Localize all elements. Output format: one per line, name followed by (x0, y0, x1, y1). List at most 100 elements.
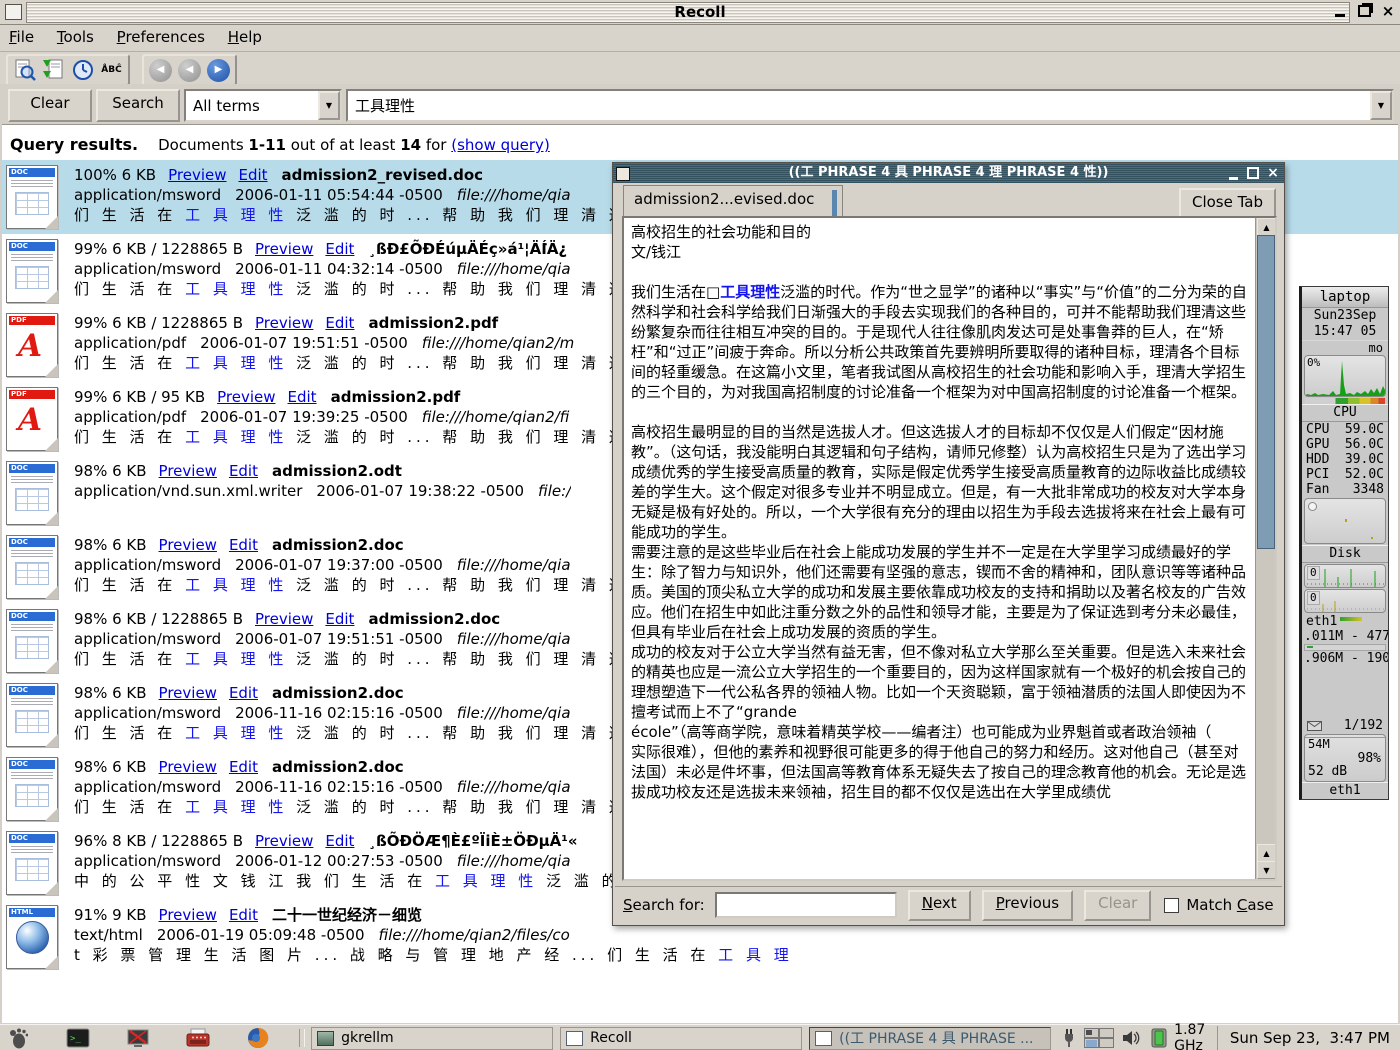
workspace-pager-icon[interactable] (1084, 1028, 1114, 1048)
preview-minimize-button[interactable] (1226, 165, 1240, 181)
clear-button[interactable]: Clear (8, 89, 92, 122)
preview-link[interactable]: Preview (159, 462, 217, 480)
result-relevance-size: 98% 6 KB (74, 462, 147, 480)
menu-preferences[interactable]: Preferences (108, 26, 214, 48)
gnome-foot-icon[interactable] (6, 1027, 30, 1049)
result-url: file:///home/qia (457, 778, 571, 796)
sensor-reading: HDD39.0C (1302, 452, 1388, 467)
preview-link[interactable]: Preview (255, 240, 313, 258)
menu-help[interactable]: Help (219, 26, 271, 48)
show-query-link[interactable]: (show query) (451, 136, 550, 154)
preview-window-menu-button[interactable] (616, 167, 630, 181)
edit-link[interactable]: Edit (325, 832, 354, 850)
result-date: 2006-01-19 05:09:48 -0500 (157, 926, 365, 944)
result-relevance-size: 98% 6 KB (74, 684, 147, 702)
scroll-up-icon[interactable]: ▲ (1257, 844, 1276, 862)
edit-link[interactable]: Edit (325, 314, 354, 332)
taskbar-window-button[interactable]: gkrellm (311, 1027, 553, 1050)
lock-screen-icon[interactable] (126, 1027, 150, 1049)
search-input[interactable]: 工具理性 ▼ (346, 89, 1394, 122)
terminal-icon[interactable]: >_ (66, 1027, 90, 1049)
preview-link[interactable]: Preview (159, 758, 217, 776)
preview-close-button[interactable]: × (1266, 165, 1280, 181)
close-button[interactable]: × (1380, 3, 1396, 19)
nav-forward-icon[interactable]: ▶ (205, 58, 232, 83)
chevron-down-icon[interactable]: ▼ (318, 91, 340, 120)
find-input[interactable] (715, 892, 897, 918)
find-previous-button[interactable]: Previous (982, 890, 1073, 921)
html-file-icon: HTML (6, 905, 58, 969)
close-tab-button[interactable]: Close Tab (1179, 188, 1276, 219)
sensor-reading: GPU56.0C (1302, 437, 1388, 452)
preview-link[interactable]: Preview (217, 388, 275, 406)
edit-link[interactable]: Edit (229, 758, 258, 776)
snippet-highlight: 工 具 理 性 (185, 280, 287, 298)
chevron-down-icon[interactable]: ▼ (1370, 91, 1392, 120)
edit-link[interactable]: Edit (229, 906, 258, 924)
edit-link[interactable]: Edit (325, 240, 354, 258)
result-title: ¸ßÕÐÖÆ¶È£ºÏiÈ±ÖÐµÄ¹« (368, 832, 577, 850)
edit-link[interactable]: Edit (288, 388, 317, 406)
minimize-button[interactable] (1332, 3, 1348, 19)
edit-link[interactable]: Edit (325, 610, 354, 628)
edit-link[interactable]: Edit (229, 536, 258, 554)
cpu-frequency-value[interactable]: 1.87 GHz (1174, 1022, 1207, 1050)
preview-paragraph (631, 262, 1249, 282)
scroll-up-icon[interactable]: ▲ (1257, 218, 1276, 236)
mail-row[interactable]: 1/192 (1302, 718, 1388, 734)
preview-paragraph: 高校招生的社会功能和目的 (631, 222, 1249, 242)
menu-file[interactable]: File (0, 26, 43, 48)
nav-back-icon[interactable]: ◀ (176, 58, 203, 83)
preview-link[interactable]: Preview (159, 536, 217, 554)
doc-file-icon: DOC (6, 535, 58, 599)
result-relevance-size: 100% 6 KB (74, 166, 156, 184)
typewriter-icon[interactable] (186, 1027, 210, 1049)
gkrellm-hostname[interactable]: laptop (1302, 287, 1388, 308)
spellcheck-icon[interactable]: ÅBĈ (98, 58, 125, 83)
main-titlebar: Recoll × (0, 0, 1400, 25)
edit-link[interactable]: Edit (229, 462, 258, 480)
preview-link[interactable]: Preview (159, 906, 217, 924)
search-mode-select[interactable]: All terms ▼ (184, 89, 342, 122)
preview-link[interactable]: Preview (159, 684, 217, 702)
history-clock-icon[interactable] (69, 58, 96, 83)
sort-document-icon[interactable] (40, 58, 67, 83)
cpu-usage-chart: 0% (1304, 355, 1386, 397)
taskbar-clock[interactable]: Sun Sep 23, 3:47 PM (1217, 1026, 1400, 1050)
cpu-frequency-icon[interactable] (1150, 1028, 1168, 1048)
power-plug-icon[interactable] (1062, 1028, 1076, 1048)
maximize-button[interactable] (1356, 3, 1372, 19)
document-preview-icon[interactable] (11, 58, 38, 83)
menu-tools[interactable]: Tools (48, 26, 103, 48)
file-type-icon: DOC (6, 683, 70, 747)
preview-scrollbar[interactable]: ▲ ▲ ▼ (1255, 218, 1275, 879)
match-case-checkbox[interactable] (1164, 898, 1179, 913)
edit-link[interactable]: Edit (229, 684, 258, 702)
find-next-button[interactable]: Next (908, 890, 971, 921)
nav-first-icon[interactable]: ◀ (147, 58, 174, 83)
pdf-file-icon: PDFA (6, 313, 58, 377)
speaker-icon[interactable] (1122, 1029, 1142, 1047)
preview-link[interactable]: Preview (168, 166, 226, 184)
snippet-highlight: 工 具 理 性 (185, 576, 287, 594)
preview-link[interactable]: Preview (255, 832, 313, 850)
scroll-down-icon[interactable]: ▼ (1257, 861, 1276, 879)
eth-slider-row[interactable]: eth1 (1302, 614, 1388, 629)
firefox-icon[interactable] (246, 1027, 270, 1049)
edit-link[interactable]: Edit (238, 166, 267, 184)
match-case-option[interactable]: Match Case (1164, 896, 1273, 914)
preview-maximize-button[interactable] (1246, 165, 1260, 181)
find-clear-button[interactable]: Clear (1084, 890, 1151, 921)
preview-tab[interactable]: admission2...evised.doc (623, 185, 843, 216)
result-mime: text/html (74, 926, 143, 944)
result-mime: application/msword (74, 186, 221, 204)
preview-link[interactable]: Preview (255, 314, 313, 332)
preview-link[interactable]: Preview (255, 610, 313, 628)
taskbar-window-button[interactable]: ((工 PHRASE 4 具 PHRASE ... (809, 1027, 1051, 1050)
search-button[interactable]: Search (96, 89, 180, 122)
scrollbar-thumb[interactable] (1257, 235, 1275, 549)
taskbar-window-button[interactable]: Recoll (560, 1027, 802, 1050)
preview-text-area: 高校招生的社会功能和目的文/钱江我们生活在□工具理性泛滥的时代。作为“世之显学”… (622, 216, 1277, 881)
preview-titlebar[interactable]: ((工 PHRASE 4 具 PHRASE 4 理 PHRASE 4 性)) × (613, 163, 1284, 183)
query-results-title: Query results. (10, 135, 138, 154)
